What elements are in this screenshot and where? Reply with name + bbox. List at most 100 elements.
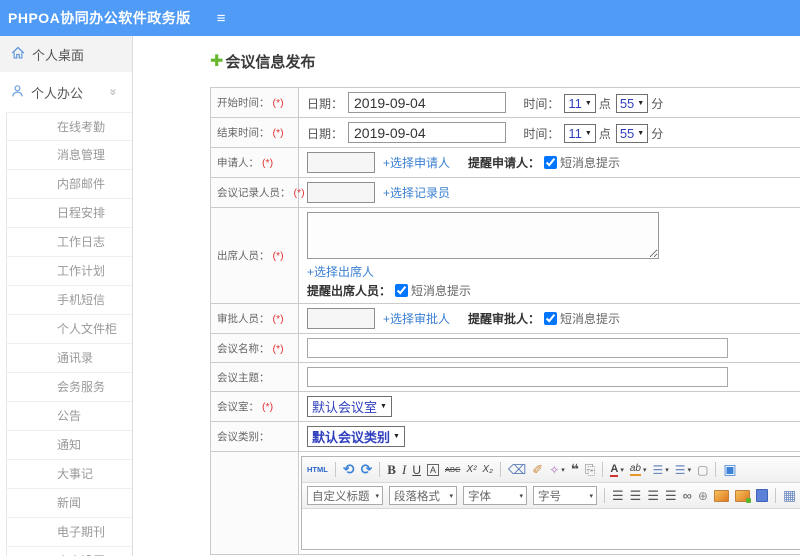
paste-icon[interactable]: ⎘	[585, 462, 595, 478]
font-color-dropdown[interactable]: A ▾	[610, 462, 624, 477]
editor-content-area[interactable]	[302, 509, 800, 549]
user-icon	[11, 84, 24, 101]
align-right-icon[interactable]: ☰	[647, 488, 659, 504]
field-label: 会议名称： (*)	[210, 333, 299, 363]
hour-unit: 点	[598, 96, 611, 111]
remind-attendees-label: 提醒出席人员：	[307, 284, 392, 298]
sidebar-submenu-item[interactable]: 通知	[7, 431, 132, 460]
font-box-icon[interactable]: A	[426, 463, 439, 476]
end-minute-select[interactable]: 55 ▼	[615, 123, 649, 143]
sidebar-submenu-item[interactable]: 工作计划	[7, 257, 132, 286]
justify-icon[interactable]: ☰	[665, 488, 677, 504]
hour-unit: 点	[598, 126, 611, 141]
sidebar-submenu-item[interactable]: 内部邮件	[7, 170, 132, 199]
link-icon[interactable]: ∞	[683, 488, 692, 503]
font-family-select[interactable]: 字体 ▾	[463, 486, 527, 505]
sidebar-submenu-item[interactable]: 会务服务	[7, 373, 132, 402]
new-page-icon[interactable]: ▢	[697, 463, 708, 477]
subscript-icon[interactable]: X₂	[482, 464, 492, 475]
attendees-textarea[interactable]	[307, 212, 659, 259]
sidebar-submenu-item[interactable]: 通讯录	[7, 344, 132, 373]
align-center-icon[interactable]: ☰	[630, 488, 642, 504]
font-size-select[interactable]: 字号 ▾	[533, 486, 597, 505]
meeting-room-select[interactable]: 默认会议室 ▼	[307, 396, 392, 417]
underline-icon[interactable]: U	[412, 463, 421, 477]
minute-unit: 分	[651, 96, 664, 111]
dropdown-arrow-icon: ▼	[380, 403, 387, 410]
superscript-icon[interactable]: X²	[466, 464, 476, 475]
undo-icon[interactable]: ⟲	[343, 461, 355, 478]
dropdown-arrow-icon: ▼	[393, 433, 400, 440]
ordered-list-dropdown[interactable]: ☰ ▾	[653, 463, 669, 477]
styles-icon: ✧	[549, 462, 560, 477]
sms-checkbox[interactable]	[395, 284, 409, 297]
page-title-text: 会议信息发布	[225, 54, 316, 71]
required-marker: (*)	[272, 250, 284, 262]
toolbar-divider	[715, 462, 717, 477]
start-date-input[interactable]	[348, 92, 507, 113]
highlight-dropdown[interactable]: ab ▾	[629, 463, 647, 476]
insert-media-icon[interactable]	[755, 489, 768, 502]
sidebar-item-desktop[interactable]: 个人桌面	[0, 36, 132, 72]
select-applicant-link[interactable]: +选择申请人	[383, 156, 450, 170]
brush-icon[interactable]: ✐	[532, 462, 543, 478]
recorder-input[interactable]	[307, 182, 375, 203]
sidebar-submenu-item[interactable]: 个人文件柜	[7, 315, 132, 344]
sidebar-submenu: 在线考勤 消息管理 内部邮件 日程安排 工作日志 工作计划 手机短信 个人文件柜…	[6, 112, 132, 556]
approver-input[interactable]	[307, 308, 375, 329]
sidebar-submenu-item[interactable]: 手机短信	[7, 286, 132, 315]
select-attendees-link[interactable]: +选择出席人	[307, 265, 374, 279]
end-date-input[interactable]	[348, 122, 507, 143]
sidebar-submenu-item[interactable]: 大事记	[7, 460, 132, 489]
select-recorder-link[interactable]: +选择记录员	[383, 186, 450, 200]
sidebar-item-settings[interactable]: 个人设置 »	[7, 547, 132, 556]
hamburger-menu-icon[interactable]: ≡	[217, 10, 226, 27]
fullscreen-icon[interactable]: ▣	[723, 461, 736, 478]
sidebar-item-office[interactable]: 个人办公 »	[0, 72, 132, 112]
sidebar-submenu-item[interactable]: 工作日志	[7, 228, 132, 257]
eraser-icon[interactable]: ⌫	[508, 462, 526, 478]
insert-table-icon[interactable]: ▦	[783, 487, 796, 504]
heading-select[interactable]: 自定义标题 ▾	[307, 486, 383, 505]
required-marker: (*)	[272, 127, 284, 139]
remind-applicant-label: 提醒申请人：	[468, 156, 541, 170]
anchor-icon[interactable]: ⊕	[698, 489, 708, 503]
start-minute-select[interactable]: 55 ▼	[615, 93, 649, 113]
insert-image-plus-icon[interactable]	[734, 489, 751, 503]
redo-icon[interactable]: ⟳	[361, 461, 373, 478]
select-approver-link[interactable]: +选择审批人	[383, 312, 450, 326]
paragraph-format-select[interactable]: 段落格式 ▾	[389, 486, 457, 505]
sms-checkbox[interactable]	[544, 156, 558, 169]
font-color-icon: A	[610, 462, 619, 477]
required-marker: (*)	[272, 97, 284, 109]
sidebar-submenu-item[interactable]: 电子期刊	[7, 518, 132, 547]
unordered-list-dropdown[interactable]: ☰ ▾	[675, 463, 691, 477]
row-recorder: 会议记录人员： (*) +选择记录员	[210, 177, 800, 208]
page-title: ✚ 会议信息发布	[210, 51, 800, 72]
field-label: 申请人： (*)	[210, 147, 299, 178]
bold-icon[interactable]: B	[387, 462, 396, 478]
html-source-button[interactable]: HTML	[307, 465, 328, 474]
sidebar-submenu-item[interactable]: 日程安排	[7, 199, 132, 228]
meeting-category-select[interactable]: 默认会议类别 ▼	[307, 426, 405, 447]
italic-icon[interactable]: I	[402, 462, 406, 478]
meeting-name-input[interactable]	[307, 338, 728, 358]
blockquote-icon[interactable]: ❝	[571, 461, 579, 478]
start-hour-select[interactable]: 11 ▼	[564, 93, 596, 113]
end-hour-select[interactable]: 11 ▼	[564, 123, 596, 143]
sms-checkbox[interactable]	[544, 312, 558, 325]
sidebar-submenu-item[interactable]: 消息管理	[7, 141, 132, 170]
applicant-input[interactable]	[307, 152, 375, 173]
strikethrough-icon[interactable]: ABC	[445, 465, 460, 474]
sms-label: 短消息提示	[560, 312, 621, 326]
styles-dropdown[interactable]: ✧ ▾	[549, 463, 565, 477]
field-label: 会议室： (*)	[210, 391, 299, 422]
insert-image-icon[interactable]	[713, 489, 729, 502]
required-marker: (*)	[272, 313, 284, 325]
sidebar-submenu-item[interactable]: 公告	[7, 402, 132, 431]
sidebar-submenu-item[interactable]: 在线考勤	[7, 112, 132, 141]
meeting-topic-input[interactable]	[307, 367, 728, 387]
toolbar-divider	[604, 488, 605, 503]
sidebar-submenu-item[interactable]: 新闻	[7, 489, 132, 518]
align-left-icon[interactable]: ☰	[612, 488, 624, 504]
